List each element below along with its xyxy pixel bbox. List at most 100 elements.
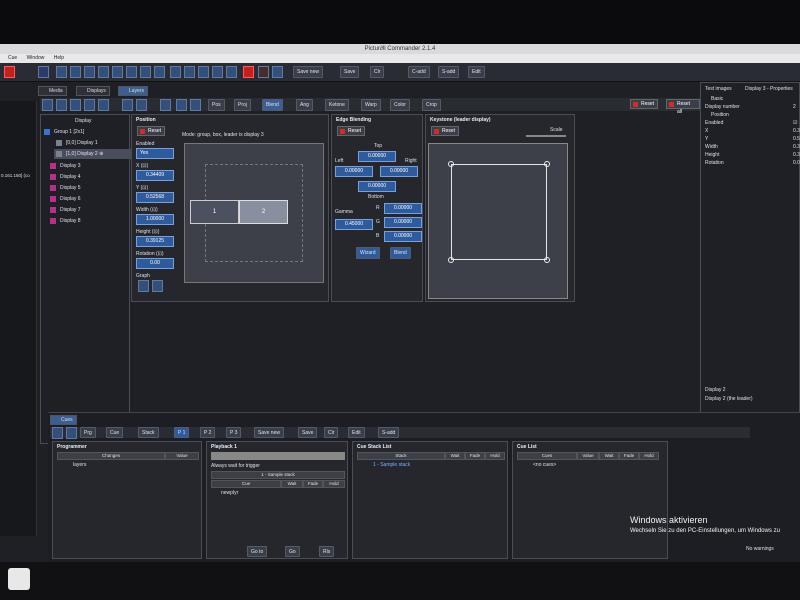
corner-handle-bl[interactable] — [448, 257, 454, 263]
ang-button[interactable]: Ang — [296, 99, 313, 111]
edge-reset-button[interactable]: Reset — [337, 126, 366, 136]
g-input[interactable]: 0.00000 — [384, 217, 422, 228]
tab-cues[interactable]: Cues — [50, 415, 77, 425]
y-input[interactable]: 0.52568 — [136, 192, 174, 203]
toolbar-save-button[interactable]: Save — [340, 66, 360, 78]
wizard-button[interactable]: Wizard — [356, 247, 380, 259]
warp-button[interactable]: Warp — [361, 99, 381, 111]
programmer-row[interactable]: layers — [73, 462, 86, 468]
toolbar-edit-button[interactable]: Edit — [468, 66, 485, 78]
filter-icon[interactable] — [84, 99, 95, 111]
display-2-item[interactable]: [1,0] Display 2 ⊕ — [54, 149, 136, 159]
display-4-item[interactable]: Display 4 — [48, 172, 130, 182]
always-wait-checkbox[interactable]: Always wait for trigger — [211, 463, 260, 469]
unlink-icon[interactable] — [190, 99, 201, 111]
scale-slider[interactable] — [526, 135, 566, 137]
settings-icon[interactable] — [112, 66, 123, 78]
display-box-1[interactable]: 1 — [190, 200, 239, 224]
tab-layers[interactable]: Layers — [118, 86, 149, 96]
network-icon[interactable] — [272, 66, 283, 78]
color-button[interactable]: Color — [390, 99, 410, 111]
proj-button[interactable]: Proj — [234, 99, 251, 111]
right-input[interactable]: 0.00000 — [380, 166, 418, 177]
menu-help[interactable]: Help — [54, 55, 64, 61]
graph-icon-1[interactable] — [138, 280, 149, 292]
toolbar-save-new-button[interactable]: Save new — [293, 66, 323, 78]
position-reset-button[interactable]: Reset — [137, 126, 166, 136]
monitor-icon[interactable] — [84, 66, 95, 78]
grid-view-icon[interactable] — [42, 99, 53, 111]
stop-icon[interactable] — [243, 66, 254, 78]
cues-btn-edit[interactable]: Edit — [348, 427, 365, 438]
keystone-preview[interactable] — [428, 143, 568, 299]
bottom-input[interactable]: 0.00000 — [358, 181, 396, 192]
display-box-2[interactable]: 2 — [239, 200, 288, 224]
menu-window[interactable]: Window — [27, 55, 45, 61]
x-input[interactable]: 0.34409 — [136, 170, 174, 181]
display-5-item[interactable]: Display 5 — [48, 183, 130, 193]
warning-icon[interactable] — [258, 66, 269, 78]
display-1-item[interactable]: [0,0] Display 1 — [54, 138, 136, 148]
tab-media[interactable]: Media — [38, 86, 67, 96]
layers-icon[interactable] — [70, 66, 81, 78]
blend-apply-button[interactable]: Blend — [390, 247, 411, 259]
graph-icon-2[interactable] — [152, 280, 163, 292]
cues-btn-save-new[interactable]: Save new — [254, 427, 284, 438]
media-icon[interactable] — [126, 66, 137, 78]
reset-all-button[interactable]: Reset all — [666, 99, 700, 115]
height-input[interactable]: 0.39125 — [136, 236, 174, 247]
toolbar-s-add-button[interactable]: S-add — [438, 66, 460, 78]
cues-btn-save[interactable]: Save — [298, 427, 318, 438]
grid-icon[interactable] — [98, 66, 109, 78]
crop-button[interactable]: Crop — [422, 99, 441, 111]
width-input[interactable]: 1.00000 — [136, 214, 174, 225]
tab-display-properties[interactable]: Display 3 - Properties — [745, 86, 793, 92]
group-item[interactable]: Group 1 [2x1] — [42, 127, 124, 137]
sort-icon[interactable] — [70, 99, 81, 111]
add-icon[interactable] — [98, 99, 109, 111]
go-button[interactable]: Go — [285, 546, 300, 557]
cues-btn-clr[interactable]: Clr — [324, 427, 339, 438]
r-input[interactable]: 0.00000 — [384, 203, 422, 214]
reset-button[interactable]: Reset — [630, 99, 659, 109]
corner-handle-tr[interactable] — [544, 161, 550, 167]
cues-btn-stack[interactable]: Stack — [138, 427, 159, 438]
goto-button[interactable]: Go to — [247, 546, 268, 557]
mapping-icon[interactable] — [212, 66, 223, 78]
menu-cue[interactable]: Cue — [8, 55, 17, 61]
playback-row[interactable]: newplyr — [221, 490, 238, 496]
display-6-item[interactable]: Display 6 — [48, 194, 130, 204]
folder-icon[interactable] — [56, 66, 67, 78]
corner-handle-tl[interactable] — [448, 161, 454, 167]
app-taskbar-icon[interactable] — [8, 568, 30, 590]
toolbar-c-add-button[interactable]: C-add — [408, 66, 430, 78]
cue-link-icon[interactable] — [66, 427, 77, 439]
display-7-item[interactable]: Display 7 — [48, 205, 130, 215]
release-button[interactable]: Rls — [319, 546, 335, 557]
link-icon[interactable] — [176, 99, 187, 111]
display-single-icon[interactable] — [136, 99, 147, 111]
cues-btn-p2[interactable]: P 2 — [200, 427, 216, 438]
cues-btn-cue[interactable]: Cue — [106, 427, 124, 438]
cues-btn-p3[interactable]: P 3 — [226, 427, 242, 438]
pos-button[interactable]: Pos — [208, 99, 225, 111]
output-icon[interactable] — [198, 66, 209, 78]
sync-icon[interactable] — [226, 66, 237, 78]
camera-icon[interactable] — [184, 66, 195, 78]
dot-icon[interactable] — [160, 99, 171, 111]
blend-button[interactable]: Blend — [262, 99, 283, 111]
cues-btn-prg[interactable]: Prg — [80, 427, 96, 438]
preview-icon[interactable] — [170, 66, 181, 78]
cues-btn-p1[interactable]: P 1 — [174, 427, 190, 438]
corner-handle-br[interactable] — [544, 257, 550, 263]
wave-icon[interactable] — [154, 66, 165, 78]
gamma-input[interactable]: 0.45000 — [335, 219, 373, 230]
playlist-icon[interactable] — [140, 66, 151, 78]
stack-row[interactable]: 1 - Sample stack — [373, 462, 410, 468]
cues-btn-s-add[interactable]: S-add — [378, 427, 400, 438]
cue-settings-icon[interactable] — [52, 427, 63, 439]
logo-p-icon[interactable] — [38, 66, 49, 78]
toolbar-clear-button[interactable]: Clr — [370, 66, 385, 78]
list-view-icon[interactable] — [56, 99, 67, 111]
display-8-item[interactable]: Display 8 — [48, 216, 130, 226]
